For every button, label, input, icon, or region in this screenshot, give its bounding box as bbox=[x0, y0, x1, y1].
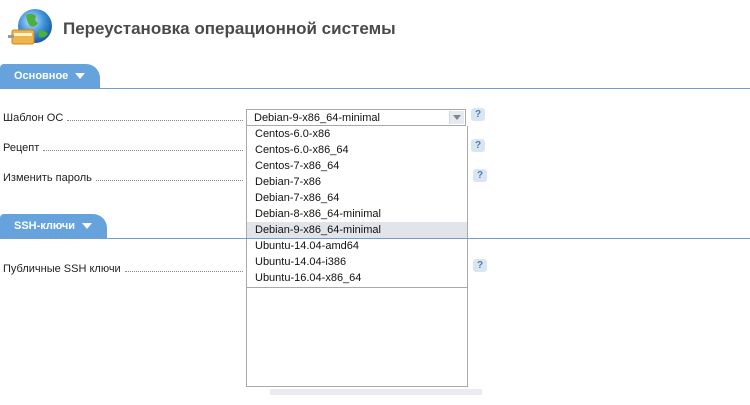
public-ssh-keys-label: Публичные SSH ключи bbox=[3, 261, 243, 275]
dropdown-option[interactable]: Debian-7-x86 bbox=[247, 174, 467, 190]
tab-basic-label: Основное bbox=[14, 70, 69, 82]
dropdown-option[interactable]: Ubuntu-14.04-amd64 bbox=[247, 238, 467, 254]
dropdown-option[interactable]: Centos-7-x86_64 bbox=[247, 158, 467, 174]
public-ssh-keys-textarea[interactable] bbox=[246, 288, 468, 387]
dropdown-option[interactable]: Centos-6.0-x86_64 bbox=[247, 142, 467, 158]
help-icon[interactable]: ? bbox=[471, 108, 485, 121]
chevron-down-icon[interactable] bbox=[449, 111, 464, 124]
dropdown-option[interactable]: Debian-7-x86_64 bbox=[247, 190, 467, 206]
page-title: Переустановка операционной системы bbox=[63, 19, 396, 38]
os-template-select[interactable]: Debian-9-x86_64-minimal bbox=[246, 109, 466, 126]
section-divider bbox=[0, 88, 750, 89]
dropdown-option[interactable]: Ubuntu-14.04-i386 bbox=[247, 254, 467, 270]
caret-down-icon bbox=[75, 73, 86, 79]
dropdown-option[interactable]: Centos-6.0-x86 bbox=[247, 126, 467, 142]
help-icon[interactable]: ? bbox=[473, 169, 487, 182]
section-divider bbox=[0, 238, 750, 239]
os-template-label: Шаблон ОС bbox=[3, 110, 243, 124]
tab-basic[interactable]: Основное bbox=[0, 64, 100, 88]
change-password-label: Изменить пароль bbox=[3, 170, 243, 184]
recipe-label: Рецепт bbox=[3, 140, 243, 154]
help-icon[interactable]: ? bbox=[471, 139, 485, 152]
help-icon[interactable]: ? bbox=[473, 259, 487, 272]
os-template-value: Debian-9-x86_64-minimal bbox=[254, 111, 380, 124]
dropdown-option[interactable]: Debian-8-x86_64-minimal bbox=[247, 206, 467, 222]
globe-logo-icon bbox=[8, 9, 52, 45]
tab-ssh-keys[interactable]: SSH-ключи bbox=[0, 214, 107, 238]
caret-down-icon bbox=[82, 223, 93, 229]
tab-ssh-keys-label: SSH-ключи bbox=[14, 220, 76, 232]
horizontal-scrollbar[interactable] bbox=[270, 389, 482, 395]
dropdown-option-selected[interactable]: Debian-9-x86_64-minimal bbox=[247, 222, 467, 238]
dropdown-option[interactable]: Ubuntu-16.04-x86_64 bbox=[247, 270, 467, 286]
os-template-dropdown[interactable]: Centos-6.0-x86 Centos-6.0-x86_64 Centos-… bbox=[246, 126, 468, 288]
